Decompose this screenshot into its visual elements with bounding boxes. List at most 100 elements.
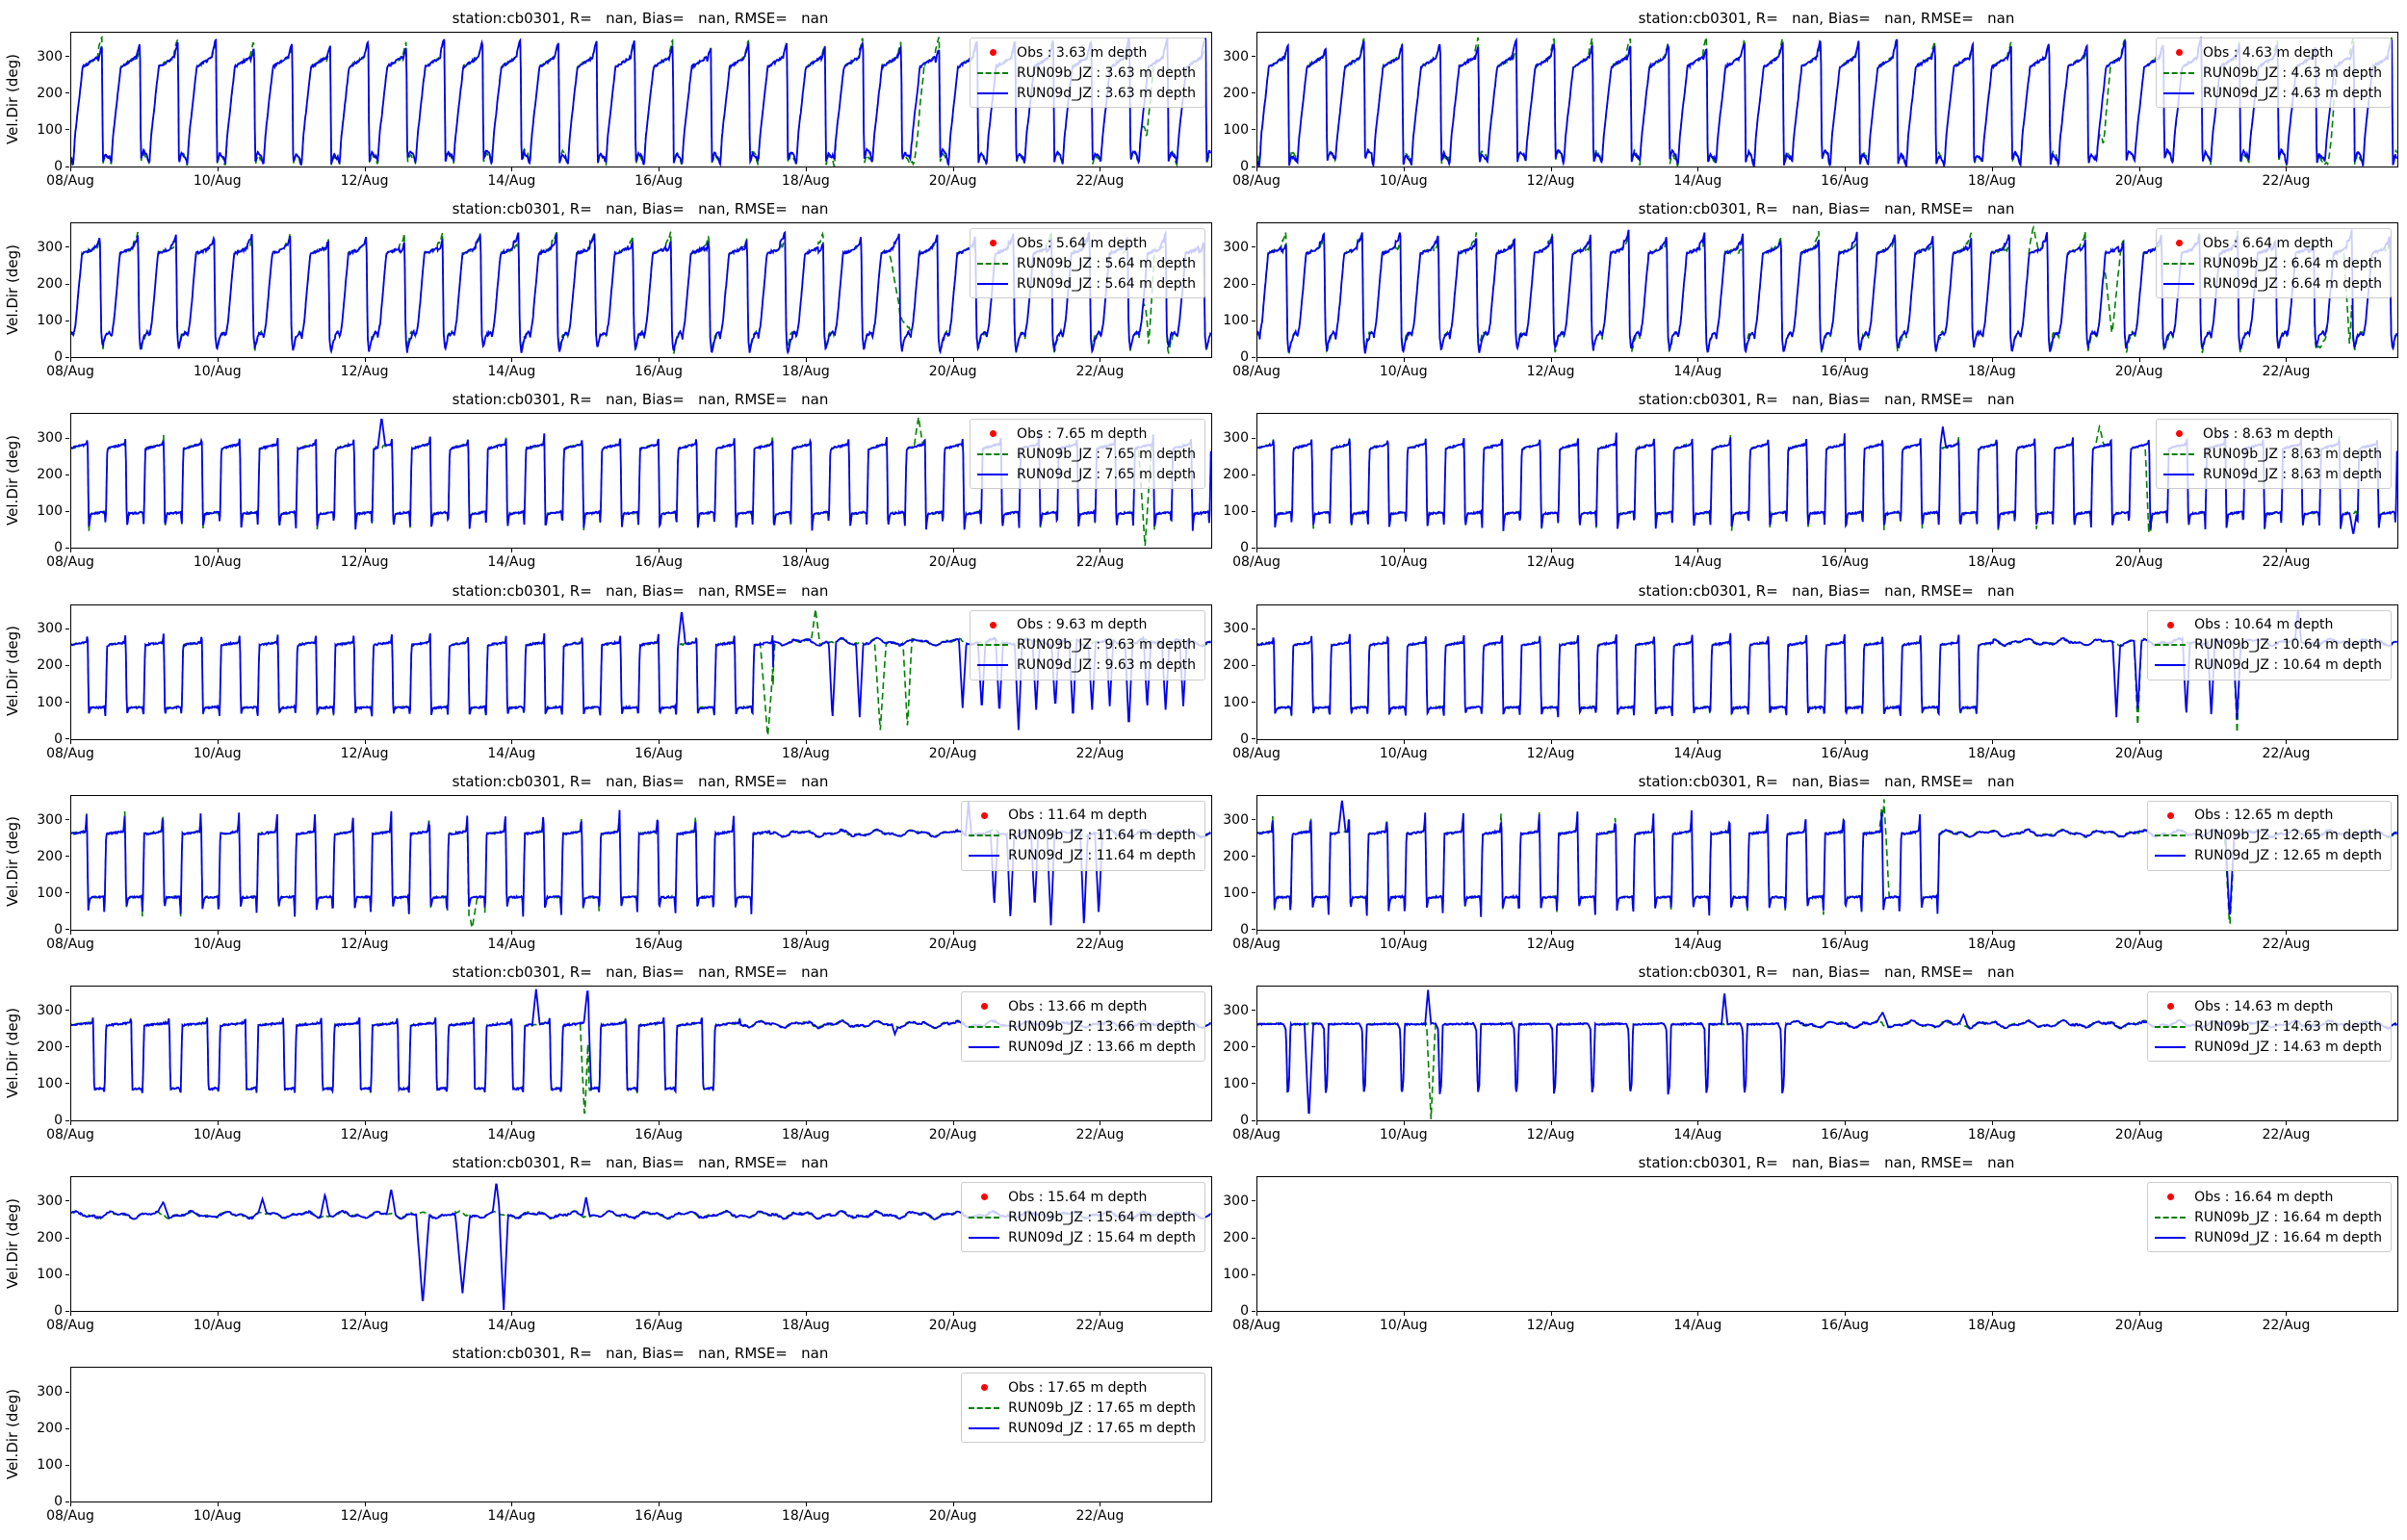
run09b-dashed-line-icon bbox=[977, 635, 1008, 655]
legend: Obs : 13.66 m depth RUN09b_JZ : 13.66 m … bbox=[961, 991, 1205, 1062]
legend-item-run09d: RUN09d_JZ : 5.64 m depth bbox=[977, 273, 1196, 294]
y-tick-label: 300 bbox=[37, 1194, 63, 1209]
y-tick-label: 0 bbox=[54, 1494, 63, 1509]
y-tick-label: 200 bbox=[1223, 86, 1249, 101]
y-tick-mark bbox=[1252, 1083, 1255, 1084]
y-tick-label: 200 bbox=[1223, 657, 1249, 673]
y-tick-label: 100 bbox=[1223, 1076, 1249, 1091]
legend-item-run09d: RUN09d_JZ : 15.64 m depth bbox=[969, 1227, 1196, 1247]
chart-panel: station:cb0301, R= nan, Bias= nan, RMSE=… bbox=[70, 32, 1210, 166]
obs-marker-icon bbox=[969, 1187, 999, 1207]
x-tick-mark bbox=[953, 931, 954, 935]
x-tick-mark bbox=[1992, 1121, 1993, 1125]
legend-item-obs: Obs : 3.63 m depth bbox=[977, 42, 1196, 63]
y-tick-label: 200 bbox=[37, 1421, 63, 1436]
x-tick-mark bbox=[511, 1121, 512, 1125]
x-tick-label: 20/Aug bbox=[929, 937, 977, 952]
x-tick-label: 18/Aug bbox=[782, 554, 830, 570]
chart-panel: station:cb0301, R= nan, Bias= nan, RMSE=… bbox=[70, 1176, 1210, 1310]
x-tick-mark bbox=[806, 931, 807, 935]
x-tick-mark bbox=[218, 549, 219, 552]
legend-label: RUN09d_JZ : 11.64 m depth bbox=[1008, 848, 1196, 863]
x-tick-mark bbox=[2139, 1121, 2140, 1125]
y-tick-label: 200 bbox=[37, 849, 63, 864]
chart-panel: station:cb0301, R= nan, Bias= nan, RMSE=… bbox=[1256, 986, 2396, 1119]
x-tick-mark bbox=[1404, 740, 1405, 744]
y-tick-mark bbox=[1252, 1200, 1255, 1201]
x-tick-label: 14/Aug bbox=[487, 1508, 535, 1524]
y-tick-label: 100 bbox=[37, 886, 63, 901]
x-tick-mark bbox=[1404, 1121, 1405, 1125]
x-tick-mark bbox=[1551, 358, 1552, 362]
legend-item-obs: Obs : 7.65 m depth bbox=[977, 424, 1196, 444]
panel-title: station:cb0301, R= nan, Bias= nan, RMSE=… bbox=[453, 10, 829, 27]
x-tick-label: 14/Aug bbox=[487, 364, 535, 379]
y-tick-label: 200 bbox=[37, 1040, 63, 1055]
y-tick-mark bbox=[65, 892, 69, 893]
run09b-dashed-line-icon bbox=[2163, 63, 2194, 83]
legend-label: RUN09d_JZ : 9.63 m depth bbox=[1017, 657, 1196, 673]
y-tick-mark bbox=[1252, 92, 1255, 93]
x-tick-mark bbox=[70, 358, 71, 362]
legend-item-run09b: RUN09b_JZ : 14.63 m depth bbox=[2155, 1016, 2382, 1037]
legend-item-obs: Obs : 13.66 m depth bbox=[969, 996, 1196, 1016]
y-axis-label: Vel.Dir (deg) bbox=[4, 244, 21, 335]
obs-marker-icon bbox=[2163, 42, 2194, 63]
x-tick-mark bbox=[511, 1502, 512, 1506]
legend-item-run09b: RUN09b_JZ : 16.64 m depth bbox=[2155, 1207, 2382, 1227]
x-tick-mark bbox=[1256, 740, 1257, 744]
panel-title: station:cb0301, R= nan, Bias= nan, RMSE=… bbox=[1639, 582, 2015, 600]
x-tick-label: 16/Aug bbox=[1821, 173, 1869, 189]
x-tick-label: 20/Aug bbox=[929, 1508, 977, 1524]
x-tick-label: 18/Aug bbox=[1968, 173, 2016, 189]
y-tick-label: 0 bbox=[1240, 1303, 1249, 1319]
x-tick-mark bbox=[1404, 358, 1405, 362]
x-tick-mark bbox=[218, 1502, 219, 1506]
legend-label: RUN09b_JZ : 3.63 m depth bbox=[1017, 65, 1196, 81]
x-tick-label: 20/Aug bbox=[2115, 1127, 2163, 1142]
legend-label: Obs : 13.66 m depth bbox=[1008, 999, 1147, 1014]
y-tick-mark bbox=[65, 511, 69, 512]
y-axis-label: Vel.Dir (deg) bbox=[4, 626, 21, 716]
run09d-solid-line-icon bbox=[2155, 846, 2186, 866]
obs-marker-icon bbox=[2155, 1187, 2186, 1207]
chart-panel: station:cb0301, R= nan, Bias= nan, RMSE=… bbox=[1256, 32, 2396, 166]
chart-panel: station:cb0301, R= nan, Bias= nan, RMSE=… bbox=[1256, 795, 2396, 929]
y-tick-mark bbox=[1252, 819, 1255, 820]
legend-item-run09d: RUN09d_JZ : 3.63 m depth bbox=[977, 83, 1196, 103]
y-tick-label: 100 bbox=[1223, 695, 1249, 710]
legend: Obs : 4.63 m depth RUN09b_JZ : 4.63 m de… bbox=[2156, 38, 2392, 108]
x-tick-mark bbox=[1845, 931, 1846, 935]
legend-item-run09d: RUN09d_JZ : 17.65 m depth bbox=[969, 1418, 1196, 1438]
legend-item-run09b: RUN09b_JZ : 5.64 m depth bbox=[977, 253, 1196, 273]
x-tick-label: 14/Aug bbox=[1673, 364, 1721, 379]
x-tick-label: 16/Aug bbox=[634, 1508, 683, 1524]
run09d-solid-line-icon bbox=[969, 846, 999, 866]
x-tick-label: 08/Aug bbox=[1232, 937, 1281, 952]
x-tick-label: 10/Aug bbox=[194, 937, 242, 952]
x-tick-label: 22/Aug bbox=[1075, 937, 1124, 952]
legend: Obs : 8.63 m depth RUN09b_JZ : 8.63 m de… bbox=[2156, 419, 2392, 489]
y-tick-mark bbox=[65, 1274, 69, 1275]
legend-label: RUN09d_JZ : 10.64 m depth bbox=[2194, 657, 2382, 673]
x-tick-label: 08/Aug bbox=[46, 1127, 94, 1142]
panel-title: station:cb0301, R= nan, Bias= nan, RMSE=… bbox=[453, 200, 829, 218]
x-tick-label: 08/Aug bbox=[46, 1318, 94, 1333]
plot-area: Obs : 3.63 m depth RUN09b_JZ : 3.63 m de… bbox=[70, 32, 1212, 167]
figure-canvas: station:cb0301, R= nan, Bias= nan, RMSE=… bbox=[0, 0, 2407, 1540]
y-tick-label: 200 bbox=[37, 657, 63, 673]
legend-item-obs: Obs : 6.64 m depth bbox=[2163, 233, 2382, 253]
x-tick-label: 18/Aug bbox=[1968, 364, 2016, 379]
y-tick-label: 200 bbox=[37, 276, 63, 292]
x-tick-label: 18/Aug bbox=[782, 173, 830, 189]
legend-item-run09b: RUN09b_JZ : 17.65 m depth bbox=[969, 1398, 1196, 1418]
legend-label: RUN09d_JZ : 15.64 m depth bbox=[1008, 1230, 1196, 1245]
x-tick-label: 16/Aug bbox=[1821, 1318, 1869, 1333]
legend: Obs : 3.63 m depth RUN09b_JZ : 3.63 m de… bbox=[970, 38, 1205, 108]
x-tick-label: 12/Aug bbox=[1527, 1318, 1575, 1333]
x-tick-label: 10/Aug bbox=[194, 746, 242, 761]
legend-label: Obs : 4.63 m depth bbox=[2203, 45, 2333, 61]
y-tick-mark bbox=[1252, 1274, 1255, 1275]
legend: Obs : 11.64 m depth RUN09b_JZ : 11.64 m … bbox=[961, 801, 1205, 871]
x-tick-label: 18/Aug bbox=[1968, 1127, 2016, 1142]
